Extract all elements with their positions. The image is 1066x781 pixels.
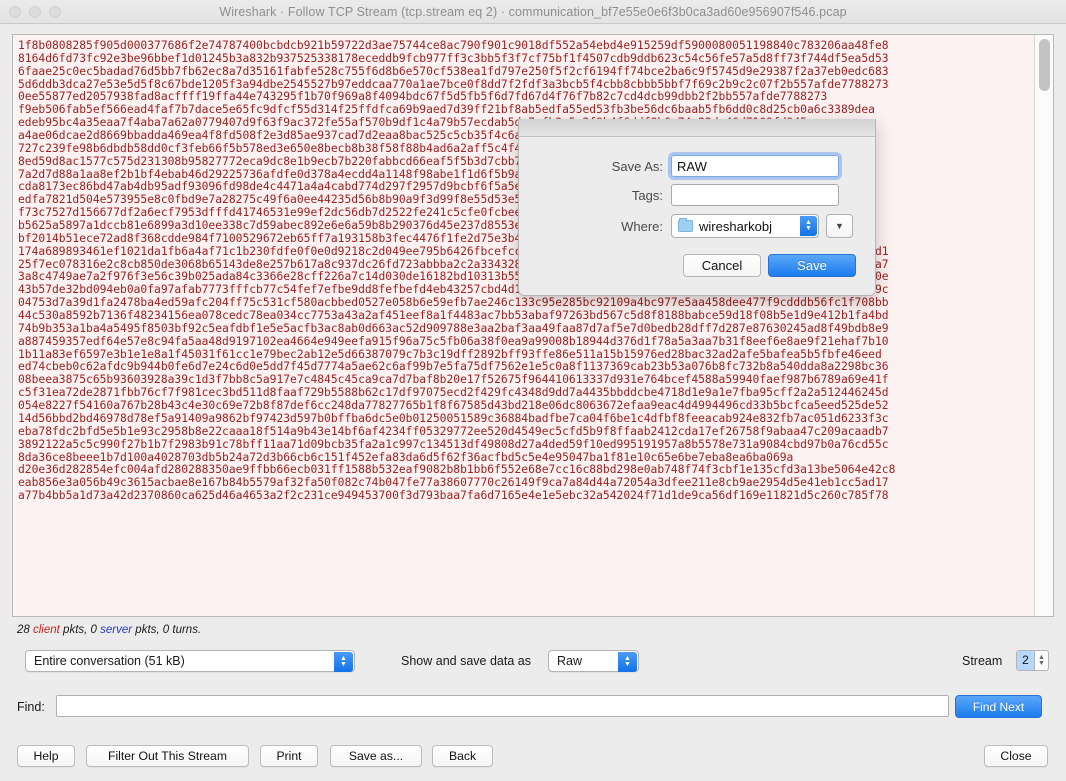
where-location-value: wiresharkobj: [699, 218, 772, 234]
hex-line: 14d56bbd2bd46978d78ef5a91409a9862bf97423…: [18, 411, 889, 425]
chevron-updown-icon[interactable]: ▲ ▼: [334, 652, 353, 672]
save-as-button[interactable]: Save as...: [330, 745, 422, 767]
where-location-select[interactable]: wiresharkobj ▲ ▼: [671, 214, 819, 238]
stream-number-label: Stream: [962, 654, 1003, 668]
back-button[interactable]: Back: [432, 745, 493, 767]
server-packet-count: 0: [90, 624, 97, 636]
filter-out-stream-button[interactable]: Filter Out This Stream: [86, 745, 249, 767]
conversation-select-value: Entire conversation (51 kB): [34, 654, 185, 668]
window-title: Wireshark · Follow TCP Stream (tcp.strea…: [219, 4, 847, 19]
status-text-1: pkts,: [59, 624, 91, 636]
hex-line: a77b4bb5a1d73a42d2370860ca625d46a4653a2f…: [18, 489, 889, 503]
tags-row: Tags:: [519, 184, 875, 206]
client-packet-count: 28: [17, 624, 30, 636]
packet-status-line: 28 client pkts, 0 server pkts, 0 turns.: [17, 624, 201, 636]
save-dialog-cancel-button[interactable]: Cancel: [683, 254, 761, 277]
tags-label: Tags:: [631, 187, 663, 203]
find-next-button[interactable]: Find Next: [955, 695, 1042, 718]
status-text-2: pkts, 0 turns.: [132, 624, 202, 636]
chevron-updown-icon[interactable]: ▲ ▼: [800, 216, 817, 236]
hex-line: 74b9b353a1ba4a5495f8503bf92c5eafdbf1e5e5…: [18, 321, 889, 335]
server-label: server: [100, 624, 133, 636]
hex-line: 1f8b0808285f905d000377686f2e74787400bcbd…: [18, 39, 889, 52]
expand-browser-button[interactable]: ▼: [826, 214, 853, 238]
data-format-select-value: Raw: [557, 654, 583, 668]
maximize-window-button[interactable]: [49, 6, 61, 18]
hex-line: 054e8227f54160a767b28b43c4e30c69e72b8f87…: [18, 399, 889, 413]
where-label: Where:: [621, 218, 663, 234]
tags-input[interactable]: [671, 184, 839, 206]
help-button[interactable]: Help: [17, 745, 75, 767]
stream-vertical-scrollbar[interactable]: [1034, 35, 1053, 616]
hex-line: 8164d6fd73fc92e3be96bbef1d01245b3a832b93…: [18, 51, 889, 65]
hex-line: eba78fdc2bfd5e5b1e93c2958b8e22caaa18f514…: [18, 424, 889, 438]
window-controls[interactable]: [9, 6, 61, 18]
minimize-window-button[interactable]: [29, 6, 41, 18]
scrollbar-thumb[interactable]: [1039, 39, 1050, 91]
save-as-filename-input[interactable]: [668, 152, 842, 180]
hex-line: 6faae25c0ec5badad76d5bb7fb62ec8a7d35161f…: [18, 64, 889, 78]
save-file-dialog: Save As: Tags: Where: wiresharkobj ▲▼ ▼ …: [518, 119, 876, 296]
close-button[interactable]: Close: [984, 745, 1048, 767]
find-label: Find:: [17, 700, 45, 714]
client-label: client: [33, 624, 60, 636]
folder-icon: [678, 218, 693, 232]
chevron-updown-icon[interactable]: ▲ ▼: [618, 652, 637, 672]
hex-line: a887459357edf64e57e8c94fa5aa48d9197102ea…: [18, 334, 889, 348]
stream-number-input[interactable]: 2: [1016, 650, 1034, 671]
hex-line: 44c530a8592b7136f48234156ea078cedc78ea03…: [18, 309, 889, 323]
follow-tcp-stream-window: Wireshark · Follow TCP Stream (tcp.strea…: [0, 0, 1066, 781]
data-format-select[interactable]: Raw ▲ ▼: [548, 650, 639, 672]
where-row: Where: wiresharkobj ▲ ▼ ▼: [519, 214, 875, 238]
stream-number-stepper[interactable]: ▲ ▼: [1034, 650, 1049, 671]
print-button[interactable]: Print: [260, 745, 318, 767]
save-dialog-titlebar: [519, 119, 875, 137]
show-and-save-label: Show and save data as: [401, 654, 531, 668]
close-window-button[interactable]: [9, 6, 21, 18]
save-as-row: Save As:: [519, 152, 875, 180]
conversation-select[interactable]: Entire conversation (51 kB) ▲ ▼: [25, 650, 355, 672]
find-input[interactable]: [56, 695, 949, 717]
hex-line: 3892122a5c5c990f27b1b7f2983b91c78bff11aa…: [18, 437, 889, 451]
stream-number-value: 2: [1017, 651, 1034, 670]
window-titlebar: Wireshark · Follow TCP Stream (tcp.strea…: [0, 0, 1066, 24]
save-dialog-save-button[interactable]: Save: [768, 254, 856, 277]
save-as-label: Save As:: [611, 158, 663, 174]
